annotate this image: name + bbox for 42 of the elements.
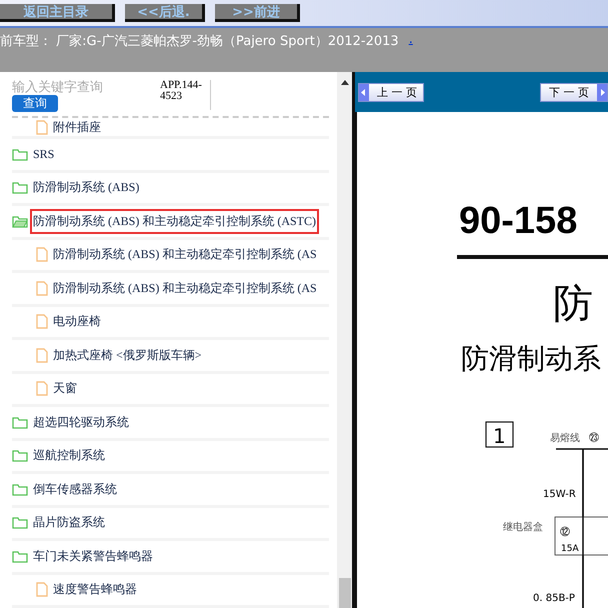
previous-page-button[interactable]: 上 一 页 [358, 82, 424, 102]
tree-item[interactable]: 附件插座 [52, 116, 102, 138]
folder-icon [12, 516, 28, 530]
tree-item[interactable]: 防滑制动系统 (ABS) 和主动稳定牵引控制系统 (AS [52, 244, 318, 266]
tree-item[interactable]: 倒车传感器系统 [32, 478, 118, 500]
tree-item[interactable]: 防滑制动系统 (ABS) [32, 177, 140, 198]
folder-icon [12, 550, 28, 563]
app-code-text: APP.144-4523 [160, 80, 211, 110]
document-icon [36, 247, 48, 262]
tree-item[interactable]: 超选四轮驱动系统 [32, 412, 130, 433]
document-icon [36, 120, 48, 134]
tree-item[interactable]: 巡航控制系统 [32, 445, 106, 466]
document-icon [36, 381, 48, 396]
folder-icon [12, 482, 28, 496]
scrollbar[interactable] [337, 72, 352, 608]
tree-item[interactable]: 车门未关紧警告蜂鸣器 [32, 546, 154, 567]
folder-icon [12, 181, 28, 194]
tree-item[interactable]: SRS [32, 144, 56, 164]
tree-item[interactable]: 速度警告蜂鸣器 [52, 579, 138, 600]
page-subtitle: 防滑制动系 [461, 341, 601, 377]
folder-icon [12, 449, 28, 462]
current-model-text: 前车型： 厂家:G-广汽三菱帕杰罗-劲畅（Pajero Sport）2012-2013 [0, 33, 399, 50]
next-page-button[interactable]: 下 一 页 [540, 82, 608, 102]
search-button[interactable]: 查询 [12, 95, 58, 112]
tree-item[interactable]: 天窗 [52, 378, 78, 400]
page-number: 90-158 [459, 200, 578, 243]
tree-item[interactable]: 防滑制动系统 (ABS) 和主动稳定牵引控制系统 (ASTC) [32, 210, 318, 232]
document-icon [36, 348, 48, 363]
wiring-diagram: 1 易熔线 ㉓ 15W-R 继电器盒 ⑫ 15A 0. 85B-P [483, 417, 608, 608]
page-title: 防 [553, 280, 593, 329]
document-icon [36, 582, 48, 598]
folder-icon [12, 416, 28, 429]
scrollbar-thumb[interactable] [338, 578, 350, 608]
tree-item[interactable]: 加热式座椅 <俄罗斯版车辆> [52, 344, 203, 366]
tree-item[interactable]: 电动座椅 [52, 311, 102, 332]
folder-icon [12, 148, 28, 161]
document-icon [36, 280, 48, 296]
tree-item[interactable]: 晶片防盗系统 [32, 512, 106, 534]
scroll-up-icon[interactable] [340, 80, 348, 85]
open-folder-icon [12, 214, 28, 228]
document-icon [36, 314, 48, 330]
tree-item[interactable]: 防滑制动系统 (ABS) 和主动稳定牵引控制系统 (AS [52, 278, 318, 299]
